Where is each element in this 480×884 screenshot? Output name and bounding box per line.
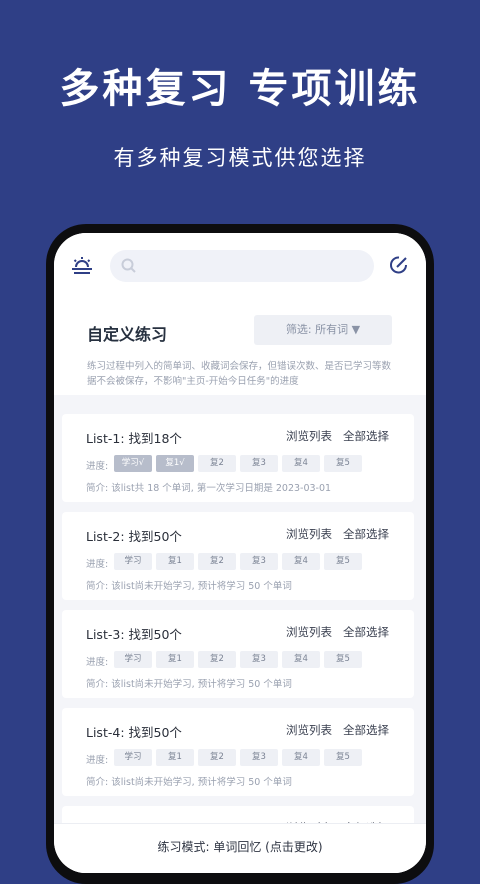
list-card[interactable]: List-4: 找到50个 浏览列表 全部选择进度: 学习 复1 复2 复3 复4 复5 简介: … — [62, 708, 414, 796]
intro-description: 练习过程中列入的简单词、收藏词会保存，但错误次数、是否已学习等数据不会被保存，不… — [87, 361, 392, 387]
progress-chip: 学习√ — [114, 455, 152, 472]
progress-label: 进度: — [86, 657, 109, 668]
intro-panel: 自定义练习 筛选: 所有词 ▼ 练习过程中列入的简单词、收藏词会保存，但错误次数… — [54, 293, 426, 395]
progress-chip: 复5 — [324, 651, 362, 668]
practice-mode-button[interactable]: 练习模式: 单词回忆 (点击更改) — [54, 838, 426, 855]
phone-frame: 自定义练习 筛选: 所有词 ▼ 练习过程中列入的简单词、收藏词会保存，但错误次数… — [46, 224, 434, 884]
progress-chip: 复2 — [198, 553, 236, 570]
browse-list-link[interactable]: 浏览列表 — [286, 428, 332, 444]
select-all-link[interactable]: 全部选择 — [343, 722, 389, 738]
edit-icon[interactable] — [388, 254, 410, 276]
phone-screen: 自定义练习 筛选: 所有词 ▼ 练习过程中列入的简单词、收藏词会保存，但错误次数… — [54, 233, 426, 873]
browse-list-link[interactable]: 浏览列表 — [286, 624, 332, 640]
list-summary: 简介: 该list尚未开始学习, 预计将学习 50 个单词 — [86, 581, 292, 592]
progress-chip: 复3 — [240, 455, 278, 472]
progress-chip: 复3 — [240, 553, 278, 570]
list-title: List-2: 找到50个 — [86, 529, 182, 544]
progress-chip: 复1 — [156, 749, 194, 766]
progress-chip: 复4 — [282, 553, 320, 570]
browse-list-link[interactable]: 浏览列表 — [286, 526, 332, 542]
sun-horizon-icon[interactable] — [70, 254, 94, 278]
progress-chip: 复1 — [156, 651, 194, 668]
progress-chip: 复3 — [240, 749, 278, 766]
promo-headline: 多种复习 专项训练 — [59, 66, 421, 112]
list-card[interactable]: List-2: 找到50个 浏览列表 全部选择进度: 学习 复1 复2 复3 复4 复5 简介: … — [62, 512, 414, 600]
progress-chip: 学习 — [114, 749, 152, 766]
list-card[interactable]: List-1: 找到18个 浏览列表 全部选择进度: 学习√ 复1√ 复2 复3 复4 复5 简介… — [62, 414, 414, 502]
progress-chip: 复5 — [324, 455, 362, 472]
progress-chip: 复1 — [156, 553, 194, 570]
progress-chip: 复5 — [324, 749, 362, 766]
select-all-link[interactable]: 全部选择 — [343, 428, 389, 444]
page-title: 自定义练习 — [87, 325, 168, 344]
progress-chip: 学习 — [114, 553, 152, 570]
list-title: List-4: 找到50个 — [86, 725, 182, 740]
progress-label: 进度: — [86, 755, 109, 766]
top-bar — [54, 233, 426, 293]
progress-chip: 学习 — [114, 651, 152, 668]
search-input[interactable] — [110, 250, 374, 282]
bottom-bar[interactable]: 练习模式: 单词回忆 (点击更改) — [54, 823, 426, 873]
progress-chip: 复2 — [198, 455, 236, 472]
promo-subline: 有多种复习模式供您选择 — [113, 146, 367, 170]
browse-list-link[interactable]: 浏览列表 — [286, 722, 332, 738]
select-all-link[interactable]: 全部选择 — [343, 526, 389, 542]
progress-label: 进度: — [86, 461, 109, 472]
list-title: List-1: 找到18个 — [86, 431, 182, 446]
progress-chip: 复2 — [198, 749, 236, 766]
progress-chip: 复5 — [324, 553, 362, 570]
progress-chip: 复3 — [240, 651, 278, 668]
progress-chip: 复4 — [282, 455, 320, 472]
progress-label: 进度: — [86, 559, 109, 570]
list-title: List-3: 找到50个 — [86, 627, 182, 642]
list-summary: 简介: 该list共 18 个单词, 第一次学习日期是 2023-03-01 — [86, 483, 332, 494]
list-summary: 简介: 该list尚未开始学习, 预计将学习 50 个单词 — [86, 679, 292, 690]
search-icon — [121, 258, 136, 273]
list-summary: 简介: 该list尚未开始学习, 预计将学习 50 个单词 — [86, 777, 292, 788]
select-all-link[interactable]: 全部选择 — [343, 624, 389, 640]
progress-chip: 复1√ — [156, 455, 194, 472]
filter-dropdown[interactable]: 筛选: 所有词 ▼ — [254, 315, 392, 345]
progress-chip: 复4 — [282, 651, 320, 668]
progress-chip: 复2 — [198, 651, 236, 668]
progress-chip: 复4 — [282, 749, 320, 766]
list-card[interactable]: List-3: 找到50个 浏览列表 全部选择进度: 学习 复1 复2 复3 复4 复5 简介: … — [62, 610, 414, 698]
